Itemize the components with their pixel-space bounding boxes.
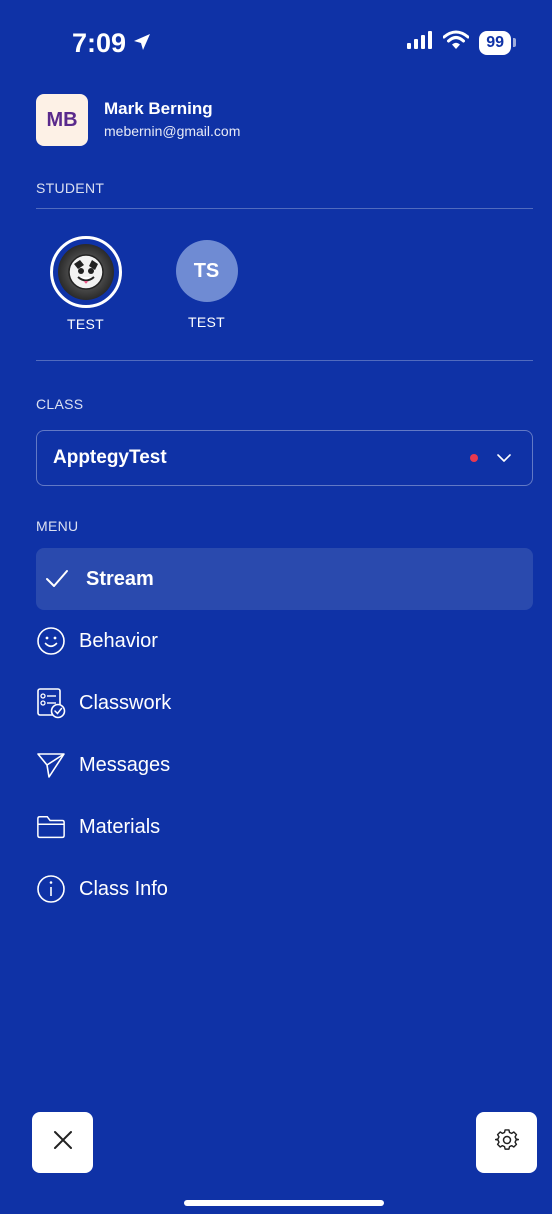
user-profile: MB Mark Berning mebernin@gmail.com bbox=[36, 94, 240, 146]
student-item-2[interactable]: TS TEST bbox=[169, 236, 244, 332]
student-list: TEST TS TEST bbox=[48, 236, 244, 332]
info-icon bbox=[36, 874, 66, 904]
menu-item-classwork[interactable]: Classwork bbox=[36, 672, 533, 734]
menu-item-label: Classwork bbox=[79, 691, 172, 714]
location-arrow-icon bbox=[132, 28, 152, 59]
student-photo-avatar[interactable] bbox=[49, 236, 122, 308]
menu-item-label: Messages bbox=[79, 753, 171, 776]
menu-list: Stream Behavior Classwork Messages Mater… bbox=[36, 548, 533, 920]
menu-item-label: Materials bbox=[79, 815, 161, 838]
class-dropdown-value: ApptegyTest bbox=[53, 447, 167, 468]
menu-item-label: Behavior bbox=[79, 629, 158, 652]
settings-button[interactable] bbox=[476, 1112, 537, 1173]
folder-icon bbox=[36, 812, 66, 842]
home-indicator bbox=[184, 1200, 384, 1206]
student-divider-bottom bbox=[36, 360, 533, 361]
menu-section-label: MENU bbox=[36, 518, 79, 534]
student-section-label: STUDENT bbox=[36, 180, 105, 196]
cartoon-ball-icon bbox=[57, 244, 114, 300]
cellular-signal-icon bbox=[407, 31, 433, 54]
battery-cap bbox=[513, 38, 516, 47]
student-divider-top bbox=[36, 208, 533, 209]
chevron-down-icon bbox=[496, 453, 512, 463]
class-section-label: CLASS bbox=[36, 396, 84, 412]
battery-level: 99 bbox=[479, 30, 511, 55]
menu-item-label: Stream bbox=[86, 567, 154, 590]
check-icon bbox=[42, 564, 72, 594]
class-dropdown[interactable]: ApptegyTest bbox=[36, 430, 533, 486]
close-icon bbox=[53, 1130, 73, 1155]
user-name: Mark Berning bbox=[104, 99, 213, 118]
menu-item-label: Class Info bbox=[79, 877, 168, 900]
student-initials-avatar[interactable]: TS bbox=[175, 240, 238, 302]
user-avatar: MB bbox=[36, 94, 88, 146]
status-bar: 7:09 99 bbox=[0, 0, 552, 90]
menu-item-class-info[interactable]: Class Info bbox=[36, 858, 533, 920]
user-email: mebernin@gmail.com bbox=[104, 123, 241, 139]
smile-icon bbox=[36, 626, 66, 656]
menu-item-messages[interactable]: Messages bbox=[36, 734, 533, 796]
gear-icon bbox=[494, 1128, 519, 1157]
student-name: TEST bbox=[188, 314, 225, 330]
checklist-icon bbox=[36, 688, 66, 719]
app-screen: 7:09 99 MB Mark Berning mebernin@gmail.c… bbox=[0, 0, 552, 1214]
close-button[interactable] bbox=[32, 1112, 93, 1173]
menu-item-stream[interactable]: Stream bbox=[36, 548, 533, 610]
time-text: 7:09 bbox=[72, 28, 127, 58]
status-time: 7:09 bbox=[72, 28, 152, 59]
menu-item-materials[interactable]: Materials bbox=[36, 796, 533, 858]
menu-item-behavior[interactable]: Behavior bbox=[36, 610, 533, 672]
student-name: TEST bbox=[67, 316, 104, 332]
notification-dot bbox=[470, 454, 478, 462]
user-info: Mark Berning mebernin@gmail.com bbox=[104, 98, 240, 142]
wifi-icon bbox=[442, 30, 470, 55]
student-item-1[interactable]: TEST bbox=[48, 236, 123, 332]
status-icons: 99 bbox=[407, 30, 516, 55]
send-icon bbox=[36, 750, 66, 780]
